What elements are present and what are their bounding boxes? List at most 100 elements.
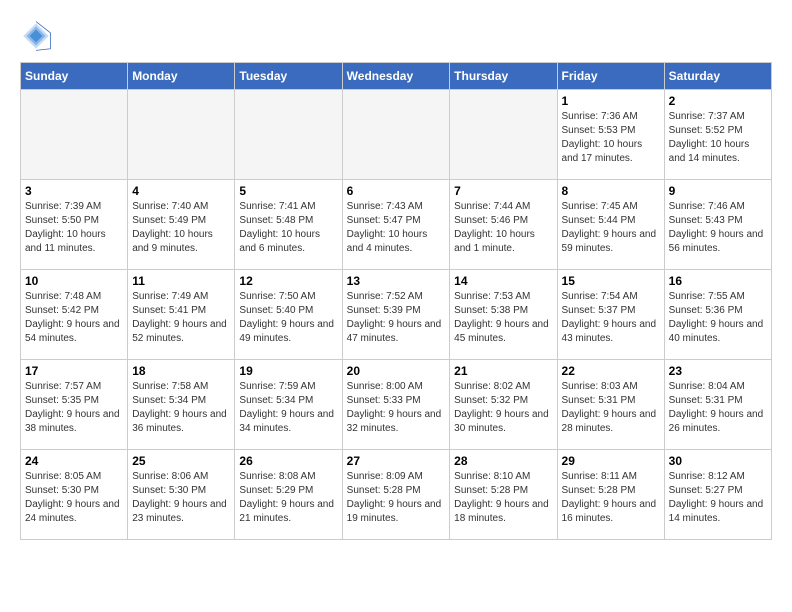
- calendar-cell: 26 Sunrise: 8:08 AMSunset: 5:29 PMDayligh…: [235, 450, 342, 540]
- calendar-cell: 10 Sunrise: 7:48 AMSunset: 5:42 PMDayligh…: [21, 270, 128, 360]
- day-info: Sunrise: 7:36 AMSunset: 5:53 PMDaylight:…: [562, 110, 660, 166]
- day-info: Sunrise: 8:10 AMSunset: 5:28 PMDaylight:…: [454, 470, 552, 526]
- day-number: 6: [347, 184, 446, 198]
- calendar-cell: 13Sunrise: 7:52 AMSunset: 5:39 PMDayligh…: [342, 270, 450, 360]
- day-info: Sunrise: 8:02 AMSunset: 5:32 PMDaylight:…: [454, 380, 552, 436]
- calendar-cell: 24 Sunrise: 8:05 AMSunset: 5:30 PMDayligh…: [21, 450, 128, 540]
- calendar-cell: [450, 90, 557, 180]
- calendar-cell: 22 Sunrise: 8:03 AMSunset: 5:31 PMDayligh…: [557, 360, 664, 450]
- weekday-header-wednesday: Wednesday: [342, 63, 450, 90]
- week-row-3: 10 Sunrise: 7:48 AMSunset: 5:42 PMDayligh…: [21, 270, 772, 360]
- day-info: Sunrise: 7:53 AMSunset: 5:38 PMDaylight:…: [454, 290, 552, 346]
- day-number: 12: [239, 274, 337, 288]
- calendar: SundayMondayTuesdayWednesdayThursdayFrid…: [20, 62, 772, 540]
- day-number: 8: [562, 184, 660, 198]
- day-info: Sunrise: 8:11 AMSunset: 5:28 PMDaylight:…: [562, 470, 660, 526]
- day-number: 21: [454, 364, 552, 378]
- day-number: 23: [669, 364, 767, 378]
- day-info: Sunrise: 7:57 AMSunset: 5:35 PMDaylight:…: [25, 380, 123, 436]
- weekday-header-saturday: Saturday: [664, 63, 771, 90]
- calendar-cell: 12 Sunrise: 7:50 AMSunset: 5:40 PMDayligh…: [235, 270, 342, 360]
- day-number: 5: [239, 184, 337, 198]
- day-info: Sunrise: 7:54 AMSunset: 5:37 PMDaylight:…: [562, 290, 660, 346]
- day-number: 3: [25, 184, 123, 198]
- day-number: 14: [454, 274, 552, 288]
- day-number: 18: [132, 364, 230, 378]
- day-info: Sunrise: 7:44 AMSunset: 5:46 PMDaylight:…: [454, 200, 552, 256]
- day-number: 1: [562, 94, 660, 108]
- day-info: Sunrise: 8:09 AMSunset: 5:28 PMDaylight:…: [347, 470, 446, 526]
- calendar-cell: 25 Sunrise: 8:06 AMSunset: 5:30 PMDayligh…: [128, 450, 235, 540]
- day-number: 20: [347, 364, 446, 378]
- day-number: 19: [239, 364, 337, 378]
- day-info: Sunrise: 7:52 AMSunset: 5:39 PMDaylight:…: [347, 290, 446, 346]
- calendar-cell: 3 Sunrise: 7:39 AMSunset: 5:50 PMDaylight…: [21, 180, 128, 270]
- calendar-cell: 6Sunrise: 7:43 AMSunset: 5:47 PMDaylight…: [342, 180, 450, 270]
- day-info: Sunrise: 8:08 AMSunset: 5:29 PMDaylight:…: [239, 470, 337, 526]
- calendar-cell: 7 Sunrise: 7:44 AMSunset: 5:46 PMDaylight…: [450, 180, 557, 270]
- day-info: Sunrise: 7:50 AMSunset: 5:40 PMDaylight:…: [239, 290, 337, 346]
- weekday-header-friday: Friday: [557, 63, 664, 90]
- day-info: Sunrise: 7:45 AMSunset: 5:44 PMDaylight:…: [562, 200, 660, 256]
- day-info: Sunrise: 7:59 AMSunset: 5:34 PMDaylight:…: [239, 380, 337, 436]
- day-info: Sunrise: 8:04 AMSunset: 5:31 PMDaylight:…: [669, 380, 767, 436]
- day-info: Sunrise: 8:00 AMSunset: 5:33 PMDaylight:…: [347, 380, 446, 436]
- day-number: 22: [562, 364, 660, 378]
- weekday-header-sunday: Sunday: [21, 63, 128, 90]
- calendar-cell: 23 Sunrise: 8:04 AMSunset: 5:31 PMDayligh…: [664, 360, 771, 450]
- weekday-header-row: SundayMondayTuesdayWednesdayThursdayFrid…: [21, 63, 772, 90]
- day-info: Sunrise: 7:41 AMSunset: 5:48 PMDaylight:…: [239, 200, 337, 256]
- day-number: 30: [669, 454, 767, 468]
- calendar-cell: 28 Sunrise: 8:10 AMSunset: 5:28 PMDayligh…: [450, 450, 557, 540]
- page-header: [20, 20, 772, 52]
- calendar-cell: 20 Sunrise: 8:00 AMSunset: 5:33 PMDayligh…: [342, 360, 450, 450]
- day-info: Sunrise: 8:06 AMSunset: 5:30 PMDaylight:…: [132, 470, 230, 526]
- day-number: 29: [562, 454, 660, 468]
- calendar-cell: 9 Sunrise: 7:46 AMSunset: 5:43 PMDaylight…: [664, 180, 771, 270]
- day-number: 4: [132, 184, 230, 198]
- day-number: 25: [132, 454, 230, 468]
- calendar-cell: 11 Sunrise: 7:49 AMSunset: 5:41 PMDayligh…: [128, 270, 235, 360]
- calendar-cell: 30 Sunrise: 8:12 AMSunset: 5:27 PMDayligh…: [664, 450, 771, 540]
- day-number: 16: [669, 274, 767, 288]
- day-info: Sunrise: 7:49 AMSunset: 5:41 PMDaylight:…: [132, 290, 230, 346]
- calendar-cell: 1 Sunrise: 7:36 AMSunset: 5:53 PMDaylight…: [557, 90, 664, 180]
- day-number: 28: [454, 454, 552, 468]
- day-info: Sunrise: 8:05 AMSunset: 5:30 PMDaylight:…: [25, 470, 123, 526]
- day-number: 26: [239, 454, 337, 468]
- day-number: 24: [25, 454, 123, 468]
- weekday-header-monday: Monday: [128, 63, 235, 90]
- day-info: Sunrise: 7:55 AMSunset: 5:36 PMDaylight:…: [669, 290, 767, 346]
- calendar-cell: 15 Sunrise: 7:54 AMSunset: 5:37 PMDayligh…: [557, 270, 664, 360]
- week-row-1: 1 Sunrise: 7:36 AMSunset: 5:53 PMDaylight…: [21, 90, 772, 180]
- calendar-cell: 16 Sunrise: 7:55 AMSunset: 5:36 PMDayligh…: [664, 270, 771, 360]
- day-info: Sunrise: 7:46 AMSunset: 5:43 PMDaylight:…: [669, 200, 767, 256]
- calendar-cell: [235, 90, 342, 180]
- day-number: 7: [454, 184, 552, 198]
- day-number: 9: [669, 184, 767, 198]
- logo: [20, 20, 56, 52]
- weekday-header-thursday: Thursday: [450, 63, 557, 90]
- day-number: 27: [347, 454, 446, 468]
- calendar-cell: [128, 90, 235, 180]
- calendar-cell: 19 Sunrise: 7:59 AMSunset: 5:34 PMDayligh…: [235, 360, 342, 450]
- day-number: 11: [132, 274, 230, 288]
- day-number: 10: [25, 274, 123, 288]
- day-number: 2: [669, 94, 767, 108]
- calendar-cell: 5 Sunrise: 7:41 AMSunset: 5:48 PMDaylight…: [235, 180, 342, 270]
- calendar-cell: 18Sunrise: 7:58 AMSunset: 5:34 PMDayligh…: [128, 360, 235, 450]
- day-info: Sunrise: 7:39 AMSunset: 5:50 PMDaylight:…: [25, 200, 123, 256]
- day-info: Sunrise: 8:03 AMSunset: 5:31 PMDaylight:…: [562, 380, 660, 436]
- week-row-2: 3 Sunrise: 7:39 AMSunset: 5:50 PMDaylight…: [21, 180, 772, 270]
- calendar-cell: [342, 90, 450, 180]
- day-info: Sunrise: 8:12 AMSunset: 5:27 PMDaylight:…: [669, 470, 767, 526]
- logo-icon: [20, 20, 52, 52]
- week-row-5: 24 Sunrise: 8:05 AMSunset: 5:30 PMDayligh…: [21, 450, 772, 540]
- day-number: 15: [562, 274, 660, 288]
- weekday-header-tuesday: Tuesday: [235, 63, 342, 90]
- calendar-cell: 4Sunrise: 7:40 AMSunset: 5:49 PMDaylight…: [128, 180, 235, 270]
- day-info: Sunrise: 7:48 AMSunset: 5:42 PMDaylight:…: [25, 290, 123, 346]
- calendar-cell: [21, 90, 128, 180]
- calendar-cell: 2Sunrise: 7:37 AMSunset: 5:52 PMDaylight…: [664, 90, 771, 180]
- day-number: 17: [25, 364, 123, 378]
